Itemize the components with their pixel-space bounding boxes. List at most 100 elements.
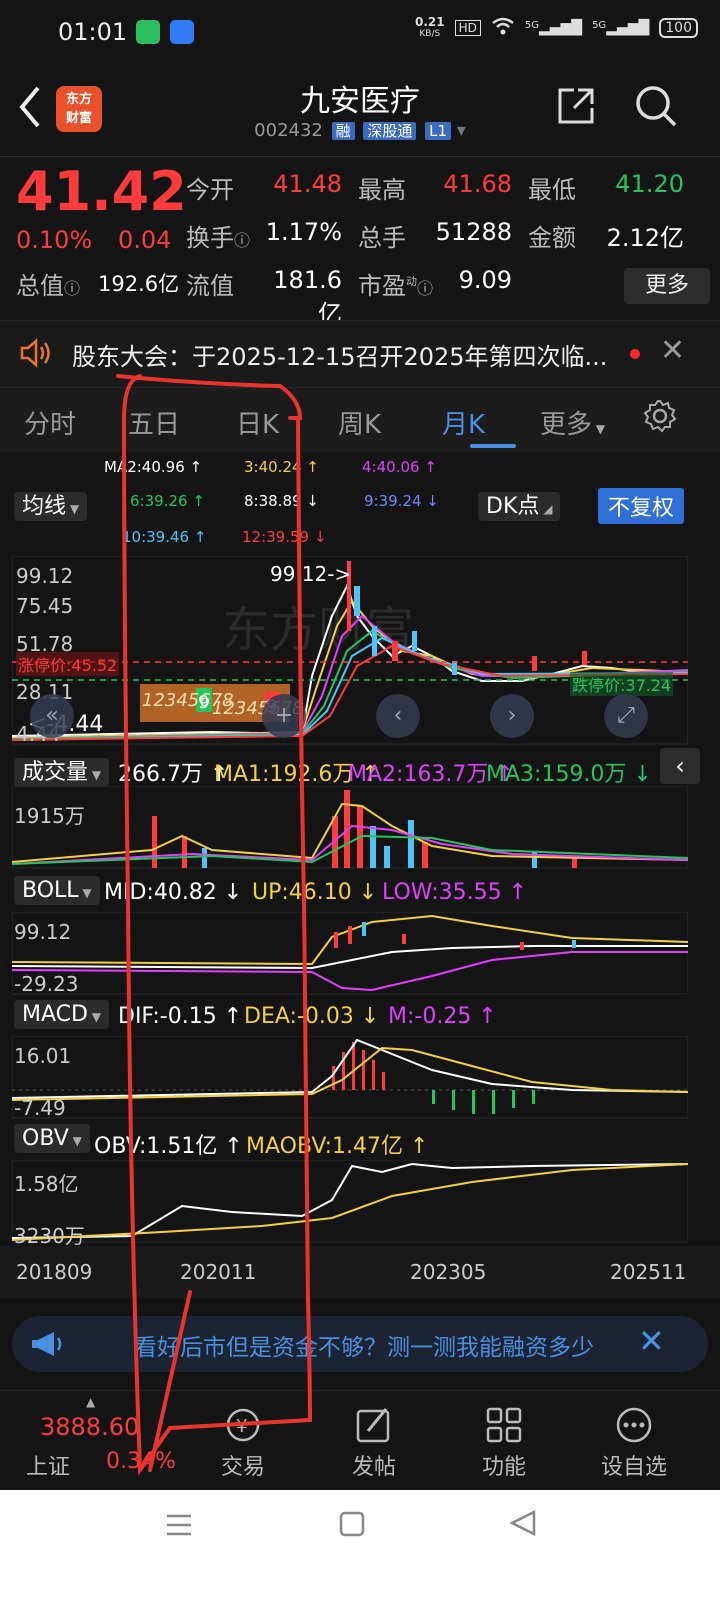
pe-sup: 动 <box>406 275 417 288</box>
stock-code: 002432 <box>254 120 323 141</box>
obv-value: OBV:1.51亿 ↑ <box>94 1134 243 1159</box>
close-icon[interactable]: ✕ <box>638 1322 665 1360</box>
trade-icon[interactable]: ¥ <box>193 1405 293 1453</box>
obv-dropdown[interactable]: OBV ▼ <box>14 1124 90 1153</box>
net-unit: KB/S <box>419 29 441 39</box>
weather-icon <box>170 20 194 44</box>
boll-y-top: 99.12 <box>14 920 72 944</box>
scroll-right-icon[interactable]: › <box>490 694 534 738</box>
volume-label: 成交量 <box>22 760 89 785</box>
nav-function[interactable]: 功能 <box>454 1449 554 1481</box>
info-icon[interactable]: ⓘ <box>234 231 250 250</box>
ma-line-label: 均线 <box>22 494 67 519</box>
boll-y-bot: -29.23 <box>14 972 79 996</box>
zoom-in-icon[interactable]: + <box>262 694 306 738</box>
low-label: 最低 <box>528 176 576 204</box>
info-icon[interactable]: ⓘ <box>64 279 80 298</box>
mktcap-label-text: 总值 <box>16 272 64 300</box>
notice-text[interactable]: 股东大会：于2025-12-15召开2025年第四次临... <box>72 337 607 372</box>
app-notification-icon <box>136 20 160 44</box>
tab-five-day[interactable]: 五日 <box>128 404 180 441</box>
index-name[interactable]: 上证 <box>26 1449 70 1481</box>
nav-post[interactable]: 发帖 <box>324 1449 424 1481</box>
clock: 01:01 <box>58 18 128 46</box>
tab-daily-k[interactable]: 日K <box>236 404 279 441</box>
signal-icon-2: 5G▂▄▆█ <box>592 20 650 36</box>
macd-y-bot: -7.49 <box>14 1096 66 1120</box>
nav-trade[interactable]: 交易 <box>193 1449 293 1481</box>
tab-weekly-k[interactable]: 周K <box>338 404 381 441</box>
adjust-button[interactable]: 不复权 <box>598 488 685 524</box>
ma12-value: 12:39.59 ↓ <box>242 528 327 546</box>
more-button[interactable]: 更多 <box>624 268 710 304</box>
x-tick-1: 201809 <box>16 1260 93 1284</box>
x-tick-4: 202511 <box>610 1260 687 1284</box>
nav-watchlist[interactable]: 设自选 <box>584 1449 684 1481</box>
period-tabs: 分时 五日 日K 周K 月K 更多 ▼ <box>0 388 720 452</box>
bottom-nav: ▲ 3888.60 上证 0.34% ¥ 交易 发帖 功能 设自选 <box>0 1390 720 1491</box>
ma10-value: 10:39.46 ↑ <box>122 528 207 546</box>
dk-dropdown[interactable]: DK点 ◢ <box>478 488 561 521</box>
signal-icon-1: 5G▂▄▆█ <box>524 20 583 36</box>
settings-gear-icon[interactable] <box>642 398 678 438</box>
open-value: 41.48 <box>273 170 342 198</box>
back-nav-icon[interactable] <box>508 1508 538 1542</box>
post-edit-icon[interactable] <box>324 1405 424 1453</box>
boll-low: LOW:35.55 ↑ <box>382 880 528 905</box>
high-marker: 99.12-> <box>270 562 352 586</box>
ma6-value: 6:39.26 ↑ <box>130 492 205 510</box>
index-percent[interactable]: 0.34% <box>106 1449 176 1474</box>
high-label: 最高 <box>358 176 406 204</box>
signal-9-a: 9 <box>198 692 210 713</box>
amount-label: 金额 <box>528 224 576 252</box>
home-icon[interactable] <box>338 1510 366 1542</box>
scroll-left-fast-icon[interactable]: « <box>30 694 74 738</box>
dropdown-caret-icon: ◢ <box>539 502 553 516</box>
close-icon[interactable]: ✕ <box>660 333 685 368</box>
change-amount: 0.04 <box>118 226 172 254</box>
app-header: 东方 财富 九安医疗 002432 融 深股通 L1 ▾ <box>0 66 720 156</box>
open-label: 今开 <box>186 176 234 204</box>
system-nav-bar <box>0 1490 720 1612</box>
fullscreen-icon[interactable]: ⤢ <box>604 694 648 738</box>
volume-value: 266.7万 ↑ <box>118 762 229 787</box>
info-icon[interactable]: ⓘ <box>417 279 433 298</box>
maobv-value: MAOBV:1.47亿 ↑ <box>246 1134 429 1159</box>
tab-more[interactable]: 更多 ▼ <box>540 404 605 441</box>
ma4-value: 4:40.06 ↑ <box>362 458 437 476</box>
net-speed: 0.21 <box>414 15 445 29</box>
boll-up: UP:46.10 ↓ <box>252 880 378 905</box>
notice-bar[interactable]: 股东大会：于2025-12-15召开2025年第四次临... ✕ <box>0 320 720 388</box>
kline-y-2: 75.45 <box>16 594 74 618</box>
obv-label: OBV <box>22 1126 69 1151</box>
share-icon[interactable] <box>556 86 596 130</box>
expand-chevron-icon[interactable]: ▾ <box>457 120 466 141</box>
search-icon[interactable] <box>634 84 678 132</box>
obv-y-top: 1.58亿 <box>14 1172 79 1196</box>
limit-down-label: 跌停价:37.24 <box>570 672 674 696</box>
ma-line-dropdown[interactable]: 均线 ▼ <box>14 488 88 521</box>
tab-intraday[interactable]: 分时 <box>24 404 76 441</box>
dropdown-caret-icon: ▼ <box>68 1134 82 1148</box>
watchlist-more-icon[interactable] <box>584 1405 684 1453</box>
banner-text[interactable]: 看好后市但是资金不够？测一测我能融资多少 <box>134 1328 618 1362</box>
macd-dea: DEA:-0.03 ↓ <box>244 1004 380 1029</box>
dropdown-caret-icon: ▼ <box>78 886 92 900</box>
obv-y-bot: 3230万 <box>14 1224 85 1248</box>
index-value[interactable]: 3888.60 <box>40 1413 139 1441</box>
macd-dropdown[interactable]: MACD ▼ <box>14 1000 109 1029</box>
level-tag: L1 <box>425 122 452 140</box>
pe-value: 9.09 <box>458 266 512 294</box>
scroll-left-icon[interactable]: ‹ <box>376 694 420 738</box>
boll-dropdown[interactable]: BOLL ▼ <box>14 876 100 905</box>
ma8-value: 8:38.89 ↓ <box>244 492 319 510</box>
pe-label: 市盈动ⓘ <box>358 266 433 301</box>
ma2-value: MA2:40.96 ↑ <box>104 458 203 476</box>
collapse-panel-icon[interactable]: ‹ <box>660 748 700 784</box>
function-grid-icon[interactable] <box>454 1405 554 1453</box>
float-label: 流值 <box>186 272 234 300</box>
volume-dropdown[interactable]: 成交量 ▼ <box>14 754 110 787</box>
tab-monthly-k[interactable]: 月K <box>442 404 485 441</box>
promo-banner[interactable]: 看好后市但是资金不够？测一测我能融资多少 ✕ <box>12 1316 708 1372</box>
menu-icon[interactable] <box>164 1512 194 1542</box>
